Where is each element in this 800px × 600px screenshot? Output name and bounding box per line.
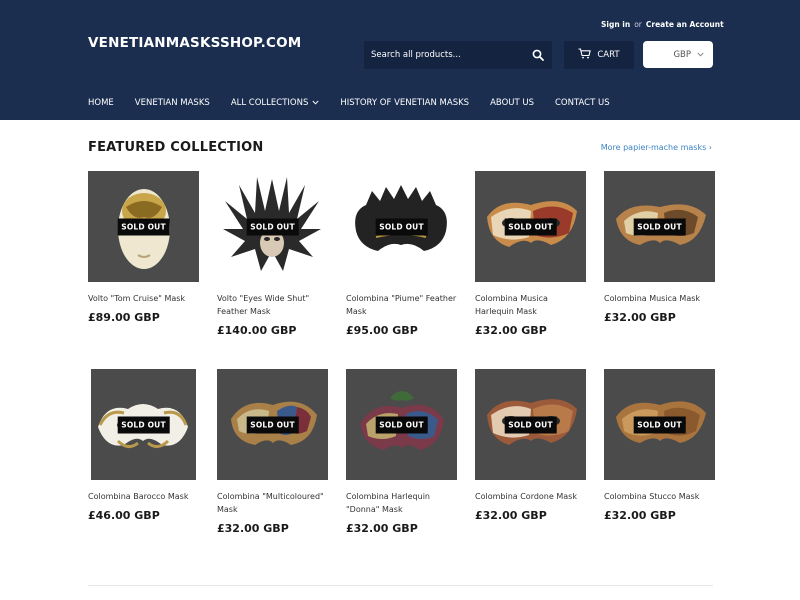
sold-out-badge: SOLD OUT [375,218,428,235]
product-card[interactable]: SOLD OUT Colombina "Piume" Feather Mask … [346,171,457,369]
search-icon [532,46,544,65]
product-price: £140.00 GBP [217,324,297,337]
or-text: or [634,20,642,29]
nav-history[interactable]: HISTORY OF VENETIAN MASKS [340,98,469,108]
site-header: VENETIANMASKSSHOP.COM Sign in or Create an… [0,0,800,120]
product-image: SOLD OUT [346,171,457,282]
chevron-down-icon [312,98,319,108]
search-button[interactable] [524,41,552,69]
sold-out-badge: SOLD OUT [246,416,299,433]
product-card[interactable]: SOLD OUT Volto "Eyes Wide Shut" Feather … [217,171,328,369]
product-title: Colombina Musica Mask [604,294,701,303]
product-image: SOLD OUT [88,369,199,480]
chevron-down-icon [697,50,704,60]
nav-home[interactable]: HOME [88,98,114,108]
sold-out-badge: SOLD OUT [246,218,299,235]
product-image: SOLD OUT [217,171,328,282]
cart-label: CART [597,50,620,60]
cart-icon [578,48,592,62]
product-price: £46.00 GBP [88,509,160,522]
product-title: Colombina Cordone Mask [475,492,577,501]
nav-about-us[interactable]: ABOUT US [490,98,534,108]
product-image: SOLD OUT [475,171,586,282]
main-nav: HOME VENETIAN MASKS ALL COLLECTIONS HIST… [88,98,631,108]
product-price: £32.00 GBP [604,311,676,324]
footer-divider [88,585,713,586]
product-image: SOLD OUT [88,171,199,282]
sold-out-badge: SOLD OUT [117,416,170,433]
search-form [364,41,552,69]
product-image: SOLD OUT [604,171,715,282]
product-price: £32.00 GBP [217,522,289,535]
more-masks-link[interactable]: More papier-mache masks › [601,143,712,152]
product-price: £89.00 GBP [88,311,160,324]
nav-venetian-masks[interactable]: VENETIAN MASKS [135,98,210,108]
product-grid: SOLD OUT Volto "Tom Cruise" Mask £89.00 … [88,171,715,567]
product-card[interactable]: SOLD OUT Colombina Stucco Mask £32.00 GB… [604,369,715,567]
product-image: SOLD OUT [217,369,328,480]
product-price: £32.00 GBP [475,324,547,337]
product-title: Colombina "Multicoloured" Mask [217,492,324,514]
search-input[interactable] [364,41,524,69]
product-title: Colombina Barocco Mask [88,492,189,501]
product-price: £32.00 GBP [346,522,418,535]
product-image: SOLD OUT [475,369,586,480]
product-title: Colombina Musica Harlequin Mask [475,294,548,316]
section-title: FEATURED COLLECTION [88,140,264,155]
product-image: SOLD OUT [604,369,715,480]
product-card[interactable]: SOLD OUT Colombina Musica Harlequin Mask… [475,171,586,369]
product-price: £32.00 GBP [604,509,676,522]
product-card[interactable]: SOLD OUT Colombina Musica Mask £32.00 GB… [604,171,715,369]
product-title: Volto "Tom Cruise" Mask [88,294,186,303]
product-price: £95.00 GBP [346,324,418,337]
product-card[interactable]: SOLD OUT Colombina "Multicoloured" Mask … [217,369,328,567]
account-links: Sign in or Create an Account [601,20,724,29]
currency-value: GBP [673,49,691,60]
sold-out-badge: SOLD OUT [504,218,557,235]
sold-out-badge: SOLD OUT [633,416,686,433]
product-card[interactable]: SOLD OUT Volto "Tom Cruise" Mask £89.00 … [88,171,199,369]
product-card[interactable]: SOLD OUT Colombina Cordone Mask £32.00 G… [475,369,586,567]
product-price: £32.00 GBP [475,509,547,522]
product-title: Colombina Harlequin "Donna" Mask [346,492,430,514]
create-account-link[interactable]: Create an Account [646,20,724,29]
product-image: SOLD OUT [346,369,457,480]
sold-out-badge: SOLD OUT [375,416,428,433]
product-card[interactable]: SOLD OUT Colombina Barocco Mask £46.00 G… [88,369,199,567]
nav-all-collections[interactable]: ALL COLLECTIONS [231,98,320,108]
currency-select[interactable]: GBP [643,41,713,68]
sold-out-badge: SOLD OUT [633,218,686,235]
product-title: Volto "Eyes Wide Shut" Feather Mask [217,294,310,316]
sign-in-link[interactable]: Sign in [601,20,630,29]
cart-button[interactable]: CART [564,41,634,69]
product-card[interactable]: SOLD OUT Colombina Harlequin "Donna" Mas… [346,369,457,567]
nav-contact-us[interactable]: CONTACT US [555,98,610,108]
sold-out-badge: SOLD OUT [504,416,557,433]
product-title: Colombina "Piume" Feather Mask [346,294,457,316]
product-title: Colombina Stucco Mask [604,492,700,501]
sold-out-badge: SOLD OUT [117,218,170,235]
site-logo[interactable]: VENETIANMASKSSHOP.COM [88,35,301,51]
